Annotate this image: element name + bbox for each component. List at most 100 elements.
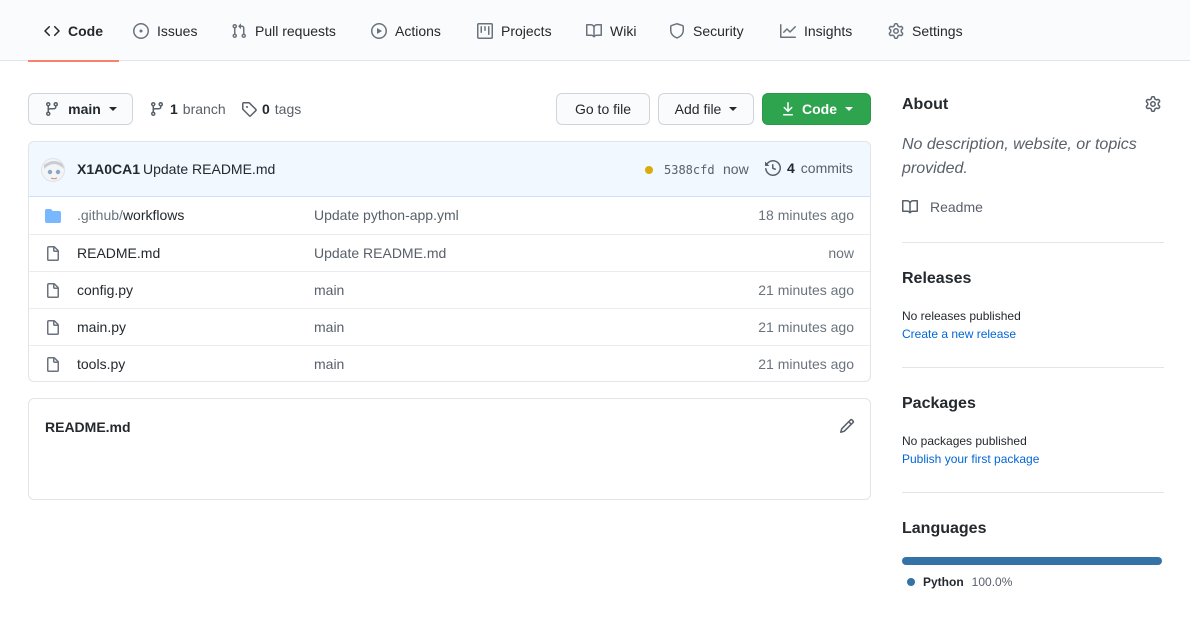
file-commit-time: 21 minutes ago: [758, 319, 854, 335]
language-percent: 100.0%: [971, 575, 1013, 589]
tag-count-label: tags: [274, 101, 302, 117]
gear-icon[interactable]: [1145, 96, 1161, 112]
file-commit-message[interactable]: main: [314, 282, 344, 298]
play-icon: [371, 22, 387, 39]
readme-panel: README.md: [28, 398, 871, 500]
commit-author[interactable]: X1A0CA1: [77, 161, 140, 177]
readme-title[interactable]: README.md: [45, 419, 131, 435]
book-icon: [586, 23, 602, 39]
tab-label: Wiki: [610, 22, 637, 39]
file-name: tools.py: [77, 356, 126, 372]
file-row[interactable]: README.md Update README.md now: [29, 234, 870, 271]
tab-wiki[interactable]: Wiki: [586, 0, 636, 61]
caret-down-icon: [108, 107, 117, 111]
latest-commit-bar: X1A0CA1 Update README.md 5388cfd now 4 c…: [29, 142, 870, 197]
file-commit-message[interactable]: Update README.md: [314, 245, 446, 261]
tab-code[interactable]: Code: [28, 0, 119, 62]
commit-message[interactable]: Update README.md: [143, 161, 275, 177]
branch-count-label: branch: [182, 101, 226, 117]
tab-label: Issues: [157, 22, 198, 39]
add-file-label: Add file: [674, 101, 722, 117]
code-button-label: Code: [802, 101, 837, 117]
packages-empty-text: No packages published: [902, 434, 1027, 448]
tag-count: 0: [262, 101, 270, 117]
language-bar: [902, 557, 1162, 565]
code-icon: [44, 23, 60, 39]
tab-label: Actions: [395, 22, 441, 39]
commits-link[interactable]: 4 commits: [765, 160, 853, 176]
commit-sha[interactable]: 5388cfd: [664, 163, 715, 177]
git-branch-icon: [149, 101, 165, 117]
file-icon: [45, 357, 61, 373]
pull-request-icon: [231, 23, 247, 39]
tags-link[interactable]: 0 tags: [241, 93, 301, 125]
shield-icon: [669, 22, 685, 39]
file-name-prefix: .github/: [77, 207, 123, 223]
tab-issues[interactable]: Issues: [133, 0, 197, 61]
tab-security[interactable]: Security: [669, 0, 744, 61]
releases-heading[interactable]: Releases: [902, 270, 971, 288]
tab-actions[interactable]: Actions: [371, 0, 441, 61]
file-commit-time: 21 minutes ago: [758, 356, 854, 372]
file-name-link[interactable]: tools.py: [77, 356, 125, 372]
repo-nav: Code Issues Pull requests Actions Projec…: [0, 0, 1190, 62]
packages-heading[interactable]: Packages: [902, 395, 976, 413]
file-commit-message[interactable]: main: [314, 356, 344, 372]
caret-down-icon: [729, 107, 738, 111]
caret-down-icon: [845, 107, 853, 111]
file-commit-time: now: [828, 245, 854, 261]
git-branch-icon: [44, 101, 60, 117]
tab-label: Insights: [804, 22, 853, 39]
file-name-link[interactable]: main.py: [77, 319, 126, 335]
file-icon: [45, 320, 61, 336]
tab-label: Settings: [912, 22, 963, 39]
go-to-file-label: Go to file: [574, 101, 632, 117]
commit-status-icon[interactable]: [645, 166, 653, 174]
branch-select-button[interactable]: main: [28, 93, 133, 125]
file-browser: X1A0CA1 Update README.md 5388cfd now 4 c…: [28, 141, 871, 382]
readme-link[interactable]: Readme: [902, 199, 983, 215]
file-commit-time: 21 minutes ago: [758, 282, 854, 298]
file-commit-message[interactable]: Update python-app.yml: [314, 207, 459, 223]
commit-time: now: [723, 161, 749, 177]
language-color-dot: [907, 578, 915, 586]
file-name-link[interactable]: .github/workflows: [77, 207, 184, 223]
commit-count-label: commits: [800, 160, 853, 176]
branches-link[interactable]: 1 branch: [149, 93, 226, 125]
branch-count: 1: [170, 101, 178, 117]
pencil-icon[interactable]: [839, 418, 855, 434]
publish-package-link[interactable]: Publish your first package: [902, 452, 1039, 466]
tab-projects[interactable]: Projects: [477, 0, 552, 61]
language-item[interactable]: Python 100.0%: [907, 575, 1012, 589]
add-file-button[interactable]: Add file: [658, 93, 754, 125]
tag-icon: [241, 101, 257, 117]
code-download-button[interactable]: Code: [762, 93, 871, 125]
project-icon: [477, 22, 493, 39]
graph-icon: [780, 23, 796, 39]
file-row[interactable]: main.py main 21 minutes ago: [29, 308, 870, 345]
file-name-link[interactable]: README.md: [77, 245, 160, 261]
create-release-link[interactable]: Create a new release: [902, 327, 1016, 341]
book-icon: [902, 199, 918, 215]
file-name: workflows: [122, 207, 185, 223]
file-row[interactable]: config.py main 21 minutes ago: [29, 271, 870, 308]
file-row[interactable]: tools.py main 21 minutes ago: [29, 345, 870, 381]
download-icon: [780, 101, 796, 117]
file-commit-message[interactable]: main: [314, 319, 344, 335]
file-row[interactable]: .github/workflows Update python-app.yml …: [29, 197, 870, 234]
file-name-link[interactable]: config.py: [77, 282, 133, 298]
file-name: README.md: [77, 245, 161, 261]
go-to-file-button[interactable]: Go to file: [556, 93, 650, 125]
readme-link-label: Readme: [930, 199, 983, 215]
tab-insights[interactable]: Insights: [780, 0, 852, 61]
branch-name: main: [68, 101, 101, 117]
file-commit-time: 18 minutes ago: [758, 207, 854, 223]
releases-empty-text: No releases published: [902, 309, 1021, 323]
history-icon: [765, 160, 781, 176]
file-icon: [45, 283, 61, 299]
tab-settings[interactable]: Settings: [888, 0, 963, 61]
commit-count: 4: [787, 160, 795, 176]
tab-pull-requests[interactable]: Pull requests: [231, 0, 336, 61]
tab-label: Projects: [501, 22, 552, 39]
avatar[interactable]: [41, 158, 65, 182]
